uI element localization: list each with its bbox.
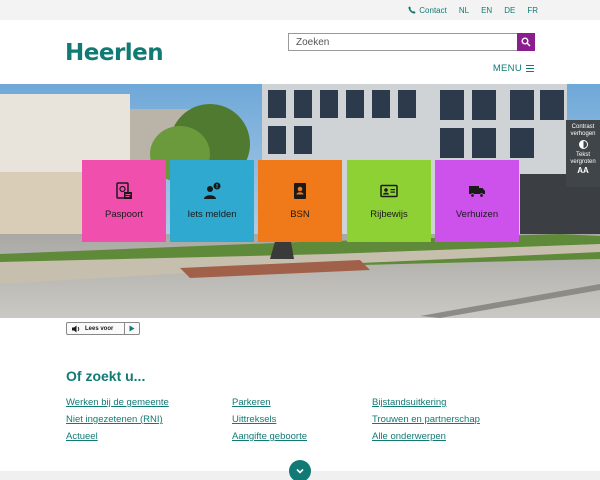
tile-iets-melden[interactable]: Iets melden [170, 160, 254, 242]
search-box [288, 33, 535, 51]
moving-truck-icon [469, 186, 485, 198]
read-aloud-label: Lees voor [85, 325, 114, 332]
tile-label: Iets melden [187, 209, 237, 220]
search-icon [521, 37, 531, 47]
site-logo[interactable]: Heerlen [65, 40, 164, 66]
menu-label: MENU [492, 63, 522, 74]
passport-icon [116, 182, 132, 199]
link-trouwen[interactable]: Trouwen en partnerschap [372, 414, 480, 425]
hamburger-icon [526, 65, 534, 73]
lang-en[interactable]: EN [481, 6, 492, 15]
search-input[interactable] [289, 34, 517, 50]
chevron-down-icon [296, 468, 304, 474]
contrast-icon[interactable] [578, 140, 588, 149]
link-actueel[interactable]: Actueel [66, 431, 98, 442]
lang-nl[interactable]: NL [459, 6, 469, 15]
tile-label: Verhuizen [455, 209, 499, 220]
site-header: Heerlen MENU [0, 20, 600, 84]
phone-icon [408, 6, 416, 14]
speaker-icon [67, 323, 85, 334]
link-bijstandsuitkering[interactable]: Bijstandsuitkering [372, 397, 446, 408]
link-rni[interactable]: Niet ingezetenen (RNI) [66, 414, 163, 425]
tile-label: Paspoort [104, 209, 144, 220]
tile-paspoort[interactable]: Paspoort [82, 160, 166, 242]
link-parkeren[interactable]: Parkeren [232, 397, 271, 408]
play-icon[interactable] [124, 323, 139, 334]
link-alle-onderwerpen[interactable]: Alle onderwerpen [372, 431, 446, 442]
hero-banner: Paspoort Iets melden BSN Rijbewijs Verhu… [0, 84, 600, 318]
report-person-icon [204, 182, 221, 199]
tile-bsn[interactable]: BSN [258, 160, 342, 242]
read-aloud-widget[interactable]: Lees voor [66, 322, 140, 335]
link-uittreksels[interactable]: Uittreksels [232, 414, 276, 425]
accessibility-tools: Contrast verhogen Tekst vergroten AA [566, 120, 600, 187]
contact-link[interactable]: Contact [408, 6, 447, 15]
textsize-button[interactable]: Tekst vergroten [566, 152, 600, 166]
section-heading: Of zoekt u... [66, 368, 146, 384]
tile-rijbewijs[interactable]: Rijbewijs [347, 160, 431, 242]
tile-label: Rijbewijs [370, 209, 408, 220]
tile-verhuizen[interactable]: Verhuizen [435, 160, 519, 242]
contrast-button[interactable]: Contrast verhogen [566, 120, 600, 138]
text-size-icon[interactable]: AA [566, 166, 600, 175]
id-document-icon [294, 183, 306, 199]
tile-label: BSN [290, 209, 310, 220]
drivers-license-icon [380, 184, 398, 198]
top-links: Contact NL EN DE FR [408, 0, 538, 20]
lang-fr[interactable]: FR [527, 6, 538, 15]
contact-label: Contact [419, 5, 447, 15]
top-utility-bar: Contact NL EN DE FR [0, 0, 600, 20]
link-aangifte-geboorte[interactable]: Aangifte geboorte [232, 431, 307, 442]
menu-button[interactable]: MENU [493, 63, 534, 74]
scroll-down-button[interactable] [289, 460, 311, 480]
search-button[interactable] [517, 33, 535, 51]
lang-de[interactable]: DE [504, 6, 515, 15]
link-werken[interactable]: Werken bij de gemeente [66, 397, 169, 408]
